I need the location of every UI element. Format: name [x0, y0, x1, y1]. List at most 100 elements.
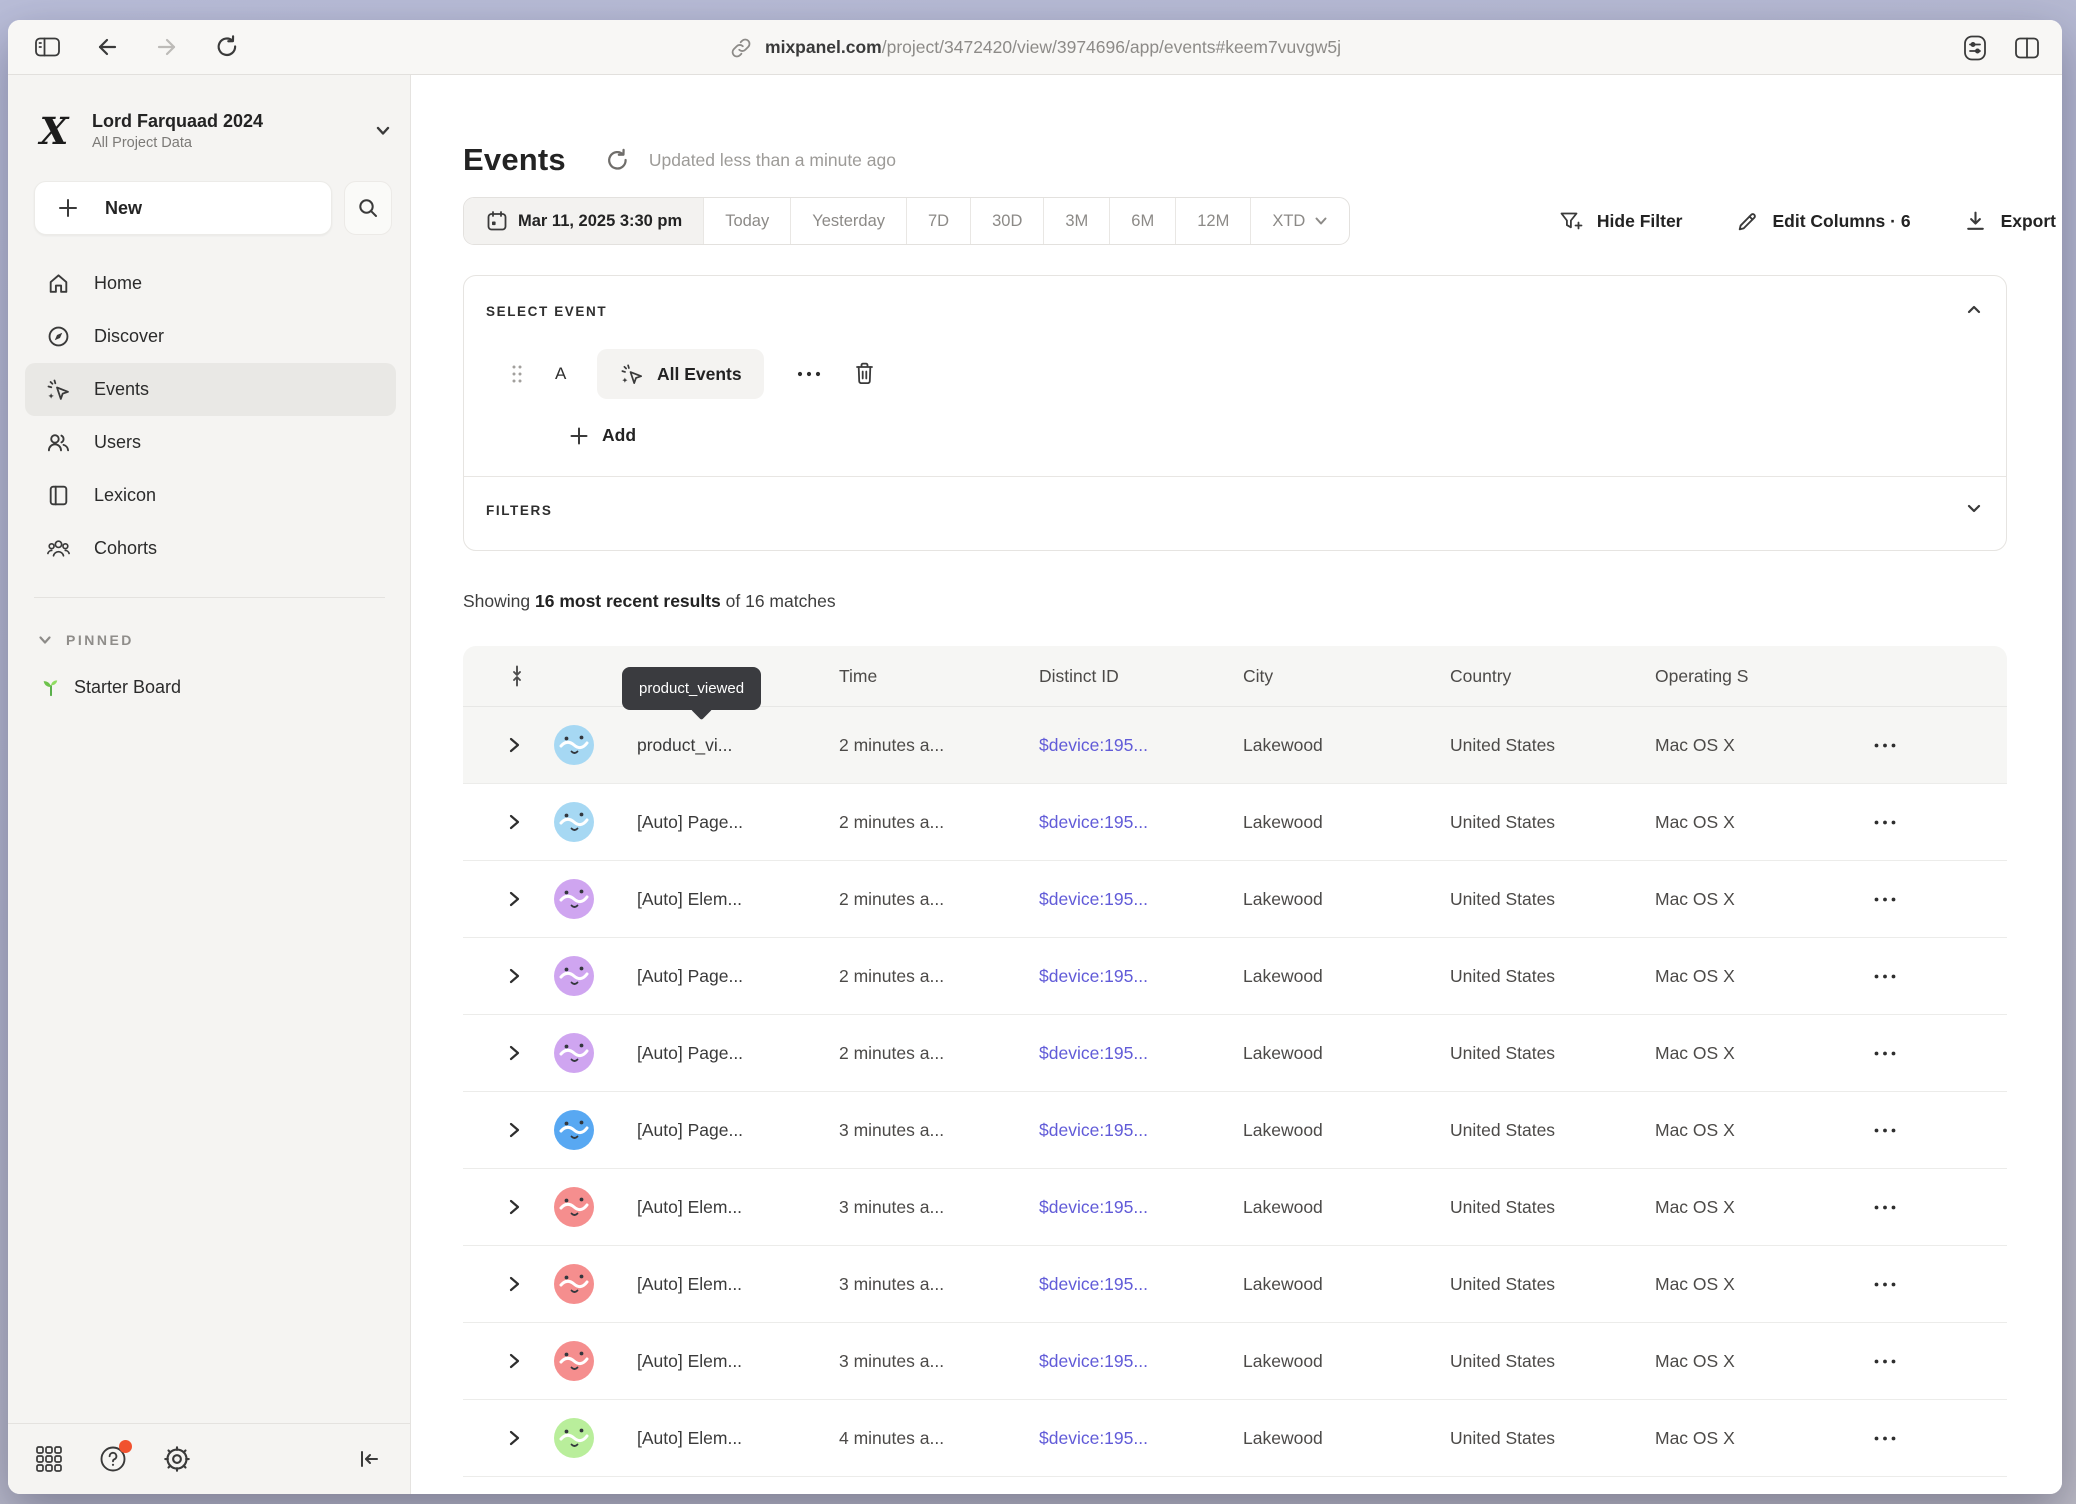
- city: Lakewood: [1243, 1043, 1450, 1064]
- expand-row-icon[interactable]: [463, 890, 554, 908]
- pinned-section-header[interactable]: PINNED: [38, 632, 410, 648]
- browser-forward-icon[interactable]: [152, 32, 182, 62]
- browser-split-view-icon[interactable]: [2012, 33, 2042, 63]
- table-row[interactable]: [Auto] Page... 2 minutes a... $device:19…: [463, 1015, 2007, 1092]
- help-button[interactable]: [98, 1444, 128, 1474]
- new-button[interactable]: New: [34, 181, 332, 235]
- sidebar-item-users[interactable]: Users: [25, 416, 396, 469]
- expand-row-icon[interactable]: [463, 1121, 554, 1139]
- city: Lakewood: [1243, 966, 1450, 987]
- table-row[interactable]: [463, 1477, 2007, 1494]
- table-row[interactable]: [Auto] Elem... 3 minutes a... $device:19…: [463, 1323, 2007, 1400]
- sort-by-time-icon[interactable]: [463, 665, 554, 687]
- col-header-time[interactable]: Time: [839, 666, 1039, 687]
- edit-columns-button[interactable]: Edit Columns · 6: [1735, 209, 1911, 234]
- address-bar[interactable]: mixpanel.com/project/3472420/view/397469…: [729, 20, 1341, 75]
- table-row[interactable]: [Auto] Page... 2 minutes a... $device:19…: [463, 784, 2007, 861]
- table-row[interactable]: product_vi... 2 minutes a... $device:195…: [463, 707, 2007, 784]
- expand-row-icon[interactable]: [463, 967, 554, 985]
- row-menu-icon[interactable]: [1873, 742, 2007, 749]
- row-menu-icon[interactable]: [1873, 1050, 2007, 1057]
- row-menu-icon[interactable]: [1873, 1435, 2007, 1442]
- range-12m[interactable]: 12M: [1176, 198, 1251, 244]
- row-menu-icon[interactable]: [1873, 896, 2007, 903]
- sidebar-divider: [34, 597, 385, 598]
- row-menu-icon[interactable]: [1873, 819, 2007, 826]
- table-row[interactable]: [Auto] Page... 2 minutes a... $device:19…: [463, 938, 2007, 1015]
- row-menu-icon[interactable]: [1873, 1127, 2007, 1134]
- search-button[interactable]: [344, 181, 392, 235]
- expand-row-icon[interactable]: [463, 1198, 554, 1216]
- row-menu-icon[interactable]: [1873, 1281, 2007, 1288]
- table-row[interactable]: [Auto] Elem... 2 minutes a... $device:19…: [463, 861, 2007, 938]
- drag-handle-icon[interactable]: [511, 364, 523, 384]
- sidebar-item-events[interactable]: Events: [25, 363, 396, 416]
- apps-grid-icon[interactable]: [34, 1444, 64, 1474]
- url-path: /project/3472420/view/3974696/app/events…: [882, 37, 1341, 57]
- col-header-distinct-id[interactable]: Distinct ID: [1039, 666, 1243, 687]
- delete-event-icon[interactable]: [852, 361, 877, 387]
- cohorts-icon: [45, 536, 71, 561]
- plus-icon: [57, 197, 79, 219]
- operating-system: Mac OS X: [1655, 812, 1867, 833]
- row-menu-icon[interactable]: [1873, 973, 2007, 980]
- table-row[interactable]: [Auto] Elem... 4 minutes a... $device:19…: [463, 1400, 2007, 1477]
- city: Lakewood: [1243, 1351, 1450, 1372]
- expand-section-icon[interactable]: [1966, 503, 1982, 514]
- country: United States: [1450, 966, 1655, 987]
- settings-gear-icon[interactable]: [162, 1444, 192, 1474]
- refresh-icon[interactable]: [604, 147, 631, 174]
- range-7d[interactable]: 7D: [907, 198, 971, 244]
- range-30d[interactable]: 30D: [971, 198, 1044, 244]
- url-host: mixpanel.com: [765, 37, 882, 57]
- pinned-item-label: Starter Board: [74, 677, 181, 698]
- row-menu-icon[interactable]: [1873, 1358, 2007, 1365]
- city: Lakewood: [1243, 1197, 1450, 1218]
- export-button[interactable]: Export: [1963, 209, 2056, 234]
- browser-sidebar-toggle-icon[interactable]: [32, 32, 62, 62]
- browser-page-settings-icon[interactable]: [1960, 33, 1990, 63]
- project-switcher[interactable]: X Lord Farquaad 2024 All Project Data: [32, 111, 392, 151]
- col-header-country[interactable]: Country: [1450, 666, 1655, 687]
- link-icon: [729, 36, 753, 60]
- sidebar-item-starter-board[interactable]: Starter Board: [40, 676, 410, 698]
- event-name: product_vi...: [637, 735, 839, 756]
- range-yesterday[interactable]: Yesterday: [791, 198, 907, 244]
- col-header-city[interactable]: City: [1243, 666, 1450, 687]
- expand-row-icon[interactable]: [463, 1044, 554, 1062]
- expand-row-icon[interactable]: [463, 813, 554, 831]
- event-avatar: [554, 725, 594, 765]
- distinct-id: $device:195...: [1039, 735, 1243, 756]
- range-xtd[interactable]: XTD: [1251, 198, 1349, 244]
- filters-label: FILTERS: [486, 503, 2006, 518]
- city: Lakewood: [1243, 1274, 1450, 1295]
- col-header-os[interactable]: Operating S: [1655, 666, 1867, 687]
- event-more-options-icon[interactable]: [790, 364, 828, 384]
- range-6m[interactable]: 6M: [1110, 198, 1176, 244]
- table-row[interactable]: [Auto] Elem... 3 minutes a... $device:19…: [463, 1246, 2007, 1323]
- range-today[interactable]: Today: [704, 198, 791, 244]
- expand-row-icon[interactable]: [463, 1429, 554, 1447]
- add-event-button[interactable]: Add: [569, 425, 679, 446]
- browser-reload-icon[interactable]: [212, 32, 242, 62]
- sidebar-item-discover[interactable]: Discover: [25, 310, 396, 363]
- date-picker-segment[interactable]: Mar 11, 2025 3:30 pm: [464, 198, 704, 244]
- expand-row-icon[interactable]: [463, 1352, 554, 1370]
- expand-row-icon[interactable]: [463, 1275, 554, 1293]
- sidebar-item-lexicon[interactable]: Lexicon: [25, 469, 396, 522]
- country: United States: [1450, 812, 1655, 833]
- sidebar-item-label: Users: [94, 432, 141, 453]
- table-row[interactable]: [Auto] Page... 3 minutes a... $device:19…: [463, 1092, 2007, 1169]
- sidebar-item-home[interactable]: Home: [25, 257, 396, 310]
- table-row[interactable]: [Auto] Elem... 3 minutes a... $device:19…: [463, 1169, 2007, 1246]
- row-menu-icon[interactable]: [1873, 1204, 2007, 1211]
- sidebar-item-cohorts[interactable]: Cohorts: [25, 522, 396, 575]
- results-summary: Showing 16 most recent results of 16 mat…: [463, 591, 2062, 612]
- collapse-sidebar-icon[interactable]: [356, 1447, 382, 1471]
- collapse-section-icon[interactable]: [1966, 304, 1982, 315]
- expand-row-icon[interactable]: [463, 736, 554, 754]
- range-3m[interactable]: 3M: [1044, 198, 1110, 244]
- browser-back-icon[interactable]: [92, 32, 122, 62]
- hide-filter-button[interactable]: Hide Filter: [1558, 209, 1683, 234]
- event-selector-chip[interactable]: All Events: [597, 349, 764, 399]
